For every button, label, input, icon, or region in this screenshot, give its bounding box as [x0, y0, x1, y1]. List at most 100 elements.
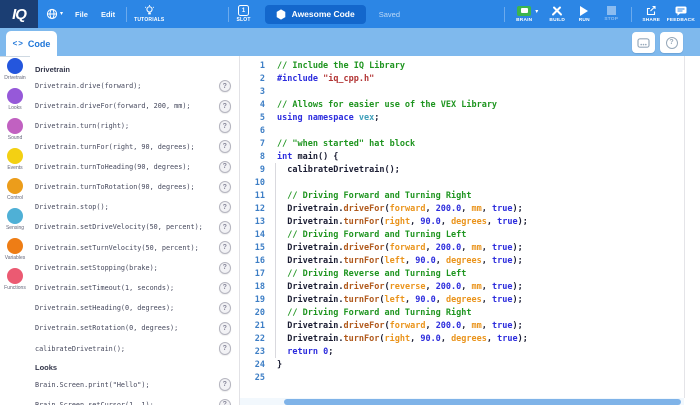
help-button[interactable]: ? [660, 32, 683, 53]
language-menu[interactable]: ▾ [46, 8, 63, 20]
code-line[interactable]: 2#include "iq_cpp.h" [240, 72, 684, 85]
code-line[interactable]: 12 Drivetrain.driveFor(forward, 200.0, m… [240, 202, 684, 215]
code-line[interactable]: 16 Drivetrain.turnFor(left, 90.0, degree… [240, 254, 684, 267]
category-functions[interactable]: Functions [0, 268, 30, 298]
tutorials-button[interactable]: TUTORIALS [134, 5, 164, 23]
command-item[interactable]: Drivetrain.driveFor(forward, 200, mm);? [35, 96, 231, 116]
command-item[interactable]: Drivetrain.setTurnVelocity(50, percent);… [35, 238, 231, 258]
code-line[interactable]: 23 return 0; [240, 345, 684, 358]
category-dot[interactable] [7, 208, 23, 224]
indent-guide [275, 163, 276, 358]
code-line[interactable]: 25 [240, 371, 684, 384]
code-line[interactable]: 18 Drivetrain.driveFor(reverse, 200.0, m… [240, 280, 684, 293]
command-help-button[interactable]: ? [219, 140, 232, 153]
command-help-button[interactable]: ? [219, 282, 232, 295]
code-line[interactable]: 7// "when started" hat block [240, 137, 684, 150]
code-line[interactable]: 3 [240, 85, 684, 98]
command-help-button[interactable]: ? [219, 241, 232, 254]
code-line[interactable]: 17 // Driving Reverse and Turning Left [240, 267, 684, 280]
category-dot[interactable] [7, 238, 23, 254]
brain-button[interactable]: ▾ BRAIN [513, 6, 536, 23]
command-item[interactable]: Drivetrain.drive(forward);? [35, 76, 231, 96]
file-menu[interactable]: File [75, 10, 88, 19]
command-help-button[interactable]: ? [219, 181, 232, 194]
command-help-button[interactable]: ? [219, 221, 232, 234]
tab-code[interactable]: <> Code [6, 31, 57, 56]
token-number: 200.0 [436, 204, 462, 214]
code-line[interactable]: 9 calibrateDrivetrain(); [240, 163, 684, 176]
code-line[interactable]: 5using namespace vex; [240, 111, 684, 124]
devices-button[interactable] [632, 32, 655, 53]
category-label: Drivetrain [4, 75, 25, 81]
command-help-button[interactable]: ? [219, 262, 232, 275]
code-line[interactable]: 10 [240, 176, 684, 189]
command-item[interactable]: Brain.Screen.setCursor(1, 1);? [35, 395, 231, 405]
vertical-scrollbar[interactable] [684, 56, 700, 398]
horizontal-scrollbar[interactable] [240, 398, 684, 405]
code-line[interactable]: 21 Drivetrain.driveFor(forward, 200.0, m… [240, 319, 684, 332]
code-line[interactable]: 22 Drivetrain.turnFor(right, 90.0, degre… [240, 332, 684, 345]
command-help-button[interactable]: ? [219, 399, 232, 405]
command-item[interactable]: Drivetrain.turn(right);? [35, 116, 231, 136]
command-help-button[interactable]: ? [219, 120, 232, 133]
category-dot[interactable] [7, 178, 23, 194]
command-item[interactable]: Drivetrain.turnToRotation(90, degrees);? [35, 177, 231, 197]
command-item[interactable]: Brain.Screen.print("Hello");? [35, 375, 231, 395]
command-item[interactable]: Drivetrain.turnFor(right, 90, degrees);? [35, 137, 231, 157]
command-text: calibrateDrivetrain(); [35, 345, 125, 353]
stop-button[interactable]: STOP [600, 6, 623, 22]
category-dot[interactable] [7, 118, 23, 134]
code-line[interactable]: 19 Drivetrain.turnFor(left, 90.0, degree… [240, 293, 684, 306]
edit-menu[interactable]: Edit [101, 10, 115, 19]
command-help-button[interactable]: ? [219, 322, 232, 335]
project-name-pill[interactable]: Awesome Code [265, 5, 366, 24]
share-button[interactable]: SHARE [640, 5, 663, 23]
command-item[interactable]: Drivetrain.setRotation(0, degrees);? [35, 318, 231, 338]
code-line[interactable]: 14 // Driving Forward and Turning Left [240, 228, 684, 241]
code-line[interactable]: 1// Include the IQ Library [240, 59, 684, 72]
horizontal-scrollbar-thumb[interactable] [284, 399, 681, 405]
category-sound[interactable]: Sound [0, 118, 30, 148]
code-lines[interactable]: 1// Include the IQ Library2#include "iq_… [240, 59, 684, 384]
category-looks[interactable]: Looks [0, 88, 30, 118]
category-dot[interactable] [7, 58, 23, 74]
brain-label: BRAIN [516, 18, 532, 23]
code-line[interactable]: 13 Drivetrain.turnFor(right, 90.0, degre… [240, 215, 684, 228]
command-item[interactable]: Drivetrain.setDriveVelocity(50, percent)… [35, 217, 231, 237]
code-line[interactable]: 11 // Driving Forward and Turning Right [240, 189, 684, 202]
command-item[interactable]: Drivetrain.setTimeout(1, seconds);? [35, 278, 231, 298]
line-number: 16 [240, 256, 265, 266]
command-help-button[interactable]: ? [219, 342, 232, 355]
command-help-button[interactable]: ? [219, 80, 232, 93]
category-dot[interactable] [7, 148, 23, 164]
run-button[interactable]: RUN [573, 6, 596, 23]
slot-button[interactable]: 1 SLOT [236, 5, 250, 23]
code-editor[interactable]: 1// Include the IQ Library2#include "iq_… [240, 56, 700, 405]
build-button[interactable]: BUILD [546, 6, 569, 23]
category-control[interactable]: Control [0, 178, 30, 208]
command-help-button[interactable]: ? [219, 378, 232, 391]
command-help-button[interactable]: ? [219, 100, 232, 113]
category-sensing[interactable]: Sensing [0, 208, 30, 238]
command-help-button[interactable]: ? [219, 302, 232, 315]
command-help-button[interactable]: ? [219, 161, 232, 174]
category-drivetrain[interactable]: Drivetrain [0, 58, 30, 88]
command-item[interactable]: Drivetrain.turnToHeading(90, degrees);? [35, 157, 231, 177]
category-dot[interactable] [7, 88, 23, 104]
category-variables[interactable]: Variables [0, 238, 30, 268]
command-item[interactable]: Drivetrain.setHeading(0, degrees);? [35, 298, 231, 318]
feedback-button[interactable]: FEEDBACK [667, 6, 695, 23]
code-line[interactable]: 20 // Driving Forward and Turning Right [240, 306, 684, 319]
code-line[interactable]: 4// Allows for easier use of the VEX Lib… [240, 98, 684, 111]
command-item[interactable]: Drivetrain.setStopping(brake);? [35, 258, 231, 278]
command-item[interactable]: calibrateDrivetrain();? [35, 338, 231, 358]
command-item[interactable]: Drivetrain.stop();? [35, 197, 231, 217]
code-line[interactable]: 15 Drivetrain.driveFor(forward, 200.0, m… [240, 241, 684, 254]
code-line[interactable]: 8int main() { [240, 150, 684, 163]
command-help-button[interactable]: ? [219, 201, 232, 214]
code-line[interactable]: 24} [240, 358, 684, 371]
token-plain: , [461, 282, 471, 292]
code-line[interactable]: 6 [240, 124, 684, 137]
category-dot[interactable] [7, 268, 23, 284]
category-events[interactable]: Events [0, 148, 30, 178]
